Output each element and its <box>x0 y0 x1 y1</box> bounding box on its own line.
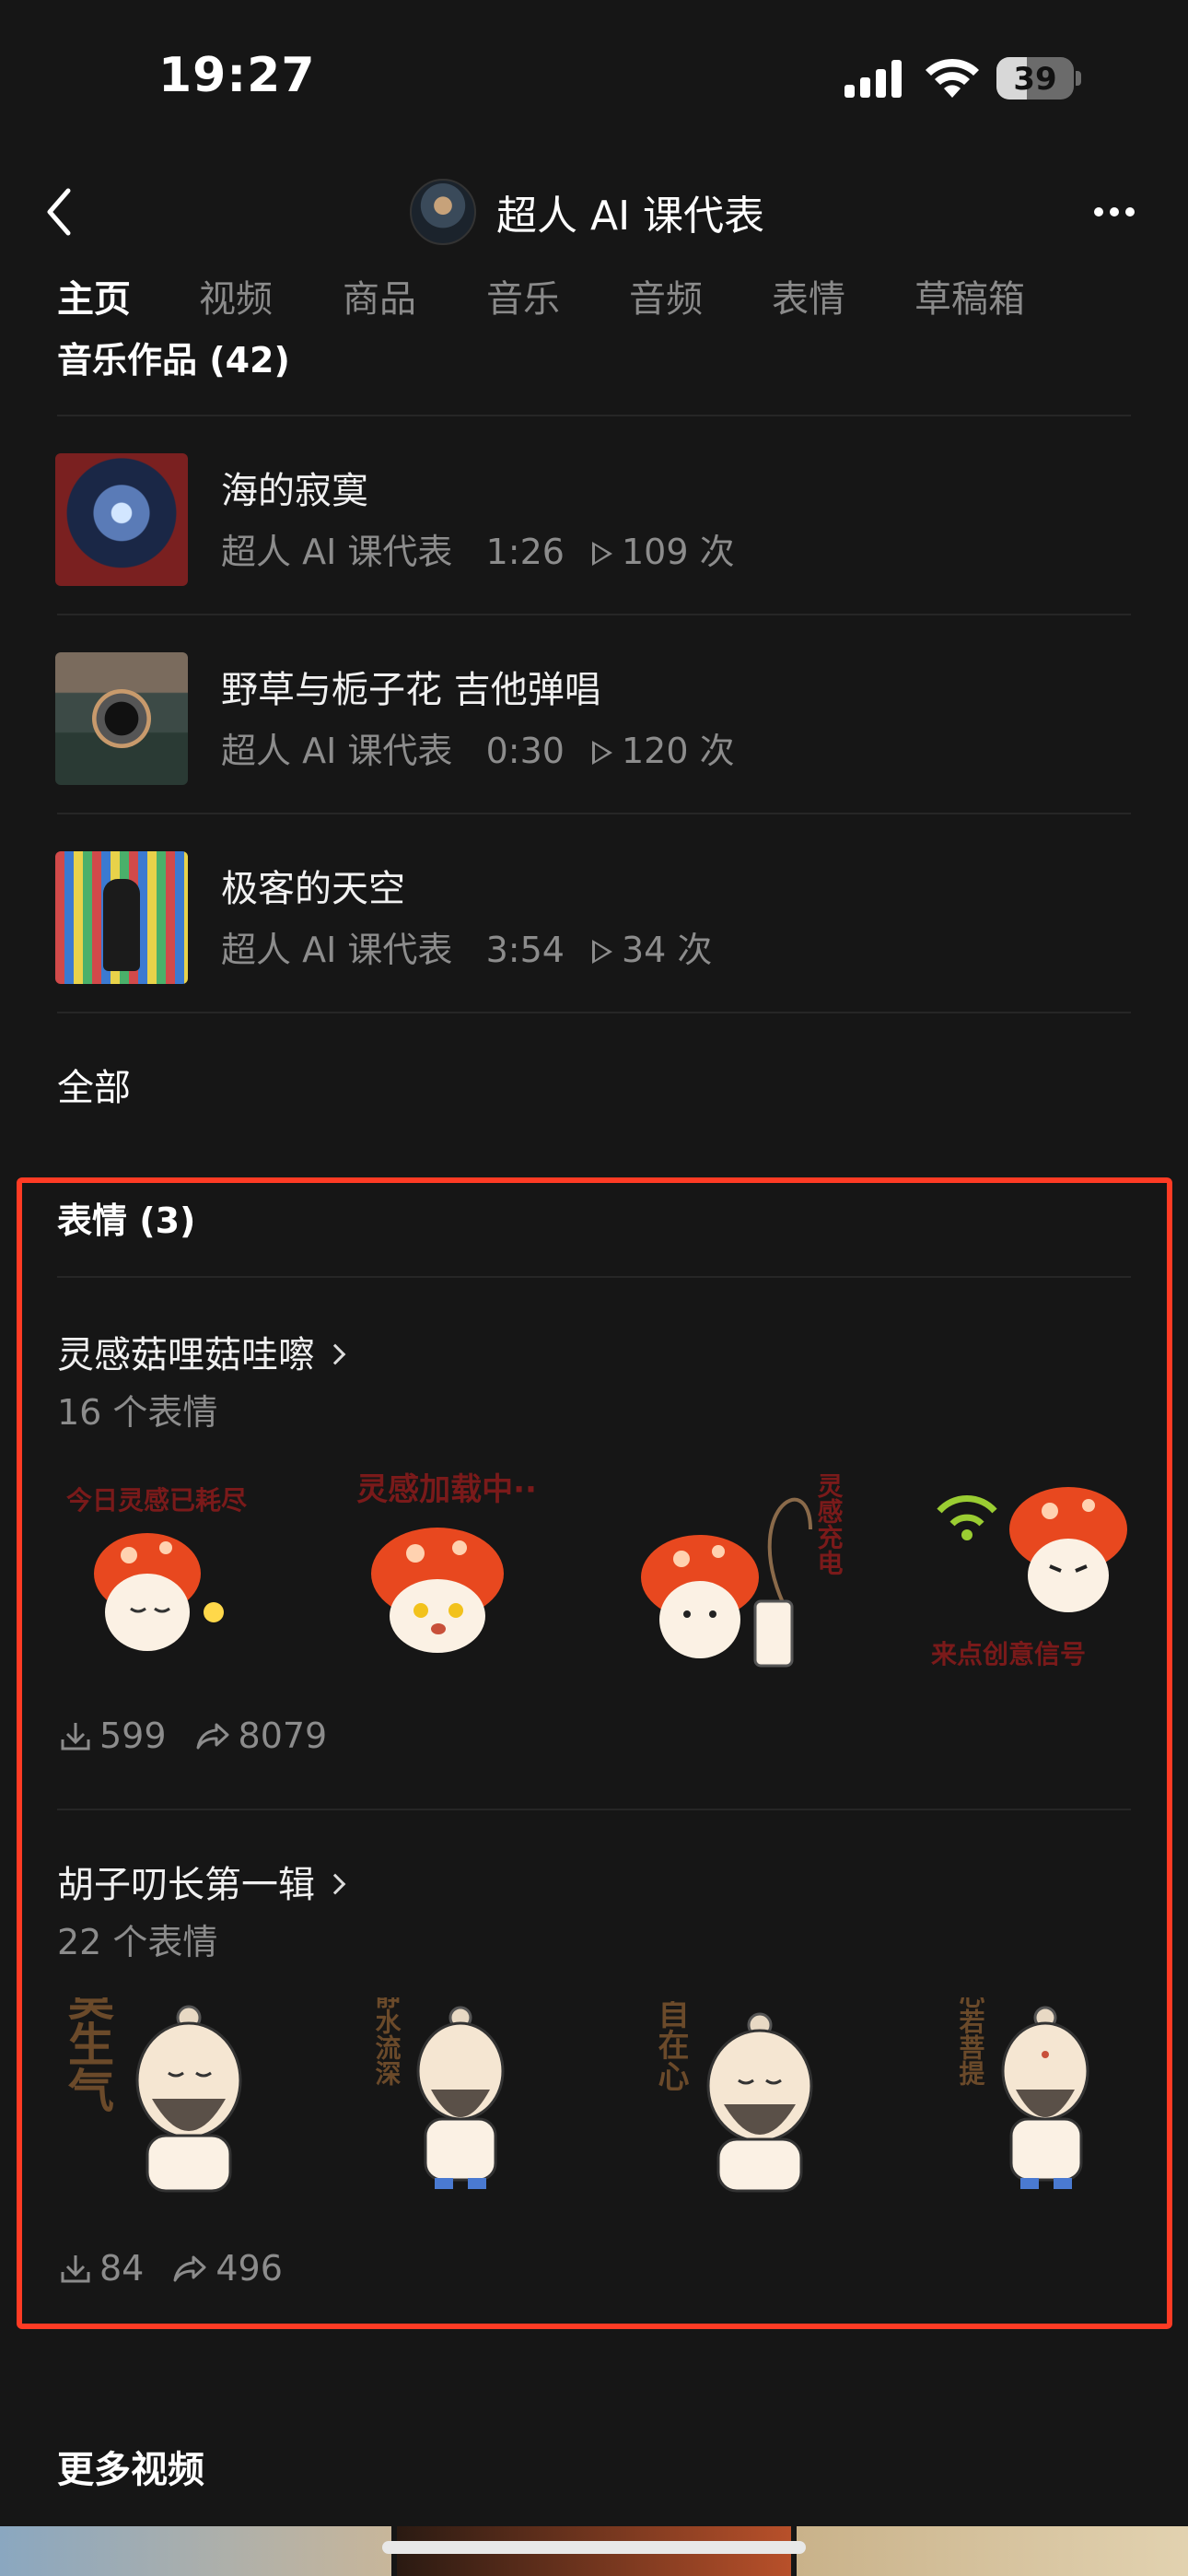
music-list-item[interactable]: 海的寂寞 超人 AI 课代表 1:26 109 次 <box>0 416 1188 615</box>
song-cover <box>55 453 188 586</box>
sticker-pack-stats: 84 496 <box>57 2248 283 2289</box>
avatar[interactable] <box>410 179 476 245</box>
monk-sticker-at-ease[interactable]: 眼自在心 <box>635 2001 856 2204</box>
music-all-link[interactable]: 全部 <box>57 1058 131 1111</box>
music-section-heading: 音乐作品 (42) <box>57 340 290 381</box>
battery-percent: 39 <box>1013 61 1057 98</box>
download-icon <box>61 2255 90 2283</box>
play-count-icon <box>591 542 612 566</box>
tab-home[interactable]: 主页 <box>57 269 131 322</box>
stickers-section-heading: 表情 (3) <box>57 1200 196 1241</box>
share-count: 496 <box>215 2248 283 2289</box>
mushroom-sticker-tired[interactable]: 今日灵感已耗尽 <box>46 1474 267 1677</box>
page-title: 超人 AI 课代表 <box>496 193 765 240</box>
song-artist: 超人 AI 课代表 <box>221 930 453 970</box>
monk-sticker-bodhi[interactable]: 心若菩提 <box>939 1997 1160 2200</box>
song-title: 极客的天空 <box>221 868 405 910</box>
wifi-icon <box>926 58 979 98</box>
download-count: 84 <box>99 2248 145 2289</box>
sticker-caption: 今日灵感已耗尽 <box>66 1485 248 1516</box>
status-time: 19:27 <box>158 48 316 103</box>
tab-audio[interactable]: 音频 <box>629 269 703 322</box>
sticker-pack-name: 胡子叨长第一辑 <box>57 1864 315 1906</box>
chevron-right-icon <box>324 1343 346 1365</box>
video-thumbnail[interactable] <box>0 2526 391 2576</box>
song-plays: 34 次 <box>621 930 713 970</box>
back-chevron-icon[interactable] <box>37 180 83 244</box>
video-thumbnail[interactable] <box>797 2526 1188 2576</box>
sticker-caption: 莫生气 <box>61 1997 114 2113</box>
song-artist: 超人 AI 课代表 <box>221 532 453 572</box>
monk-sticker-calm[interactable]: 莫生气 <box>51 1997 272 2200</box>
more-options-icon[interactable] <box>1091 198 1137 226</box>
tab-drafts[interactable]: 草稿箱 <box>914 269 1025 322</box>
status-bar: 19:27 39 <box>0 0 1188 157</box>
divider <box>57 1012 1131 1013</box>
play-count-icon <box>591 741 612 765</box>
play-count-icon <box>591 940 612 964</box>
divider <box>57 1809 1131 1810</box>
tab-products[interactable]: 商品 <box>343 269 416 322</box>
monk-sticker-still-water[interactable]: 静水流深 <box>350 1997 571 2200</box>
home-indicator[interactable] <box>382 2541 806 2554</box>
sticker-pack-title[interactable]: 胡子叨长第一辑 <box>57 1855 346 1908</box>
sticker-caption: 来点创意信号 <box>931 1639 1086 1669</box>
chevron-right-icon <box>324 1873 346 1895</box>
sticker-pack-count: 22 个表情 <box>57 1922 218 1962</box>
mushroom-sticker-loading[interactable]: 灵感加载中·· <box>336 1465 557 1668</box>
sticker-caption: 心若菩提 <box>956 1997 986 2087</box>
download-icon <box>61 1723 90 1751</box>
sticker-pack-name: 灵感菇哩菇哇嚓 <box>57 1334 315 1376</box>
song-duration: 3:54 <box>485 930 565 970</box>
song-plays: 109 次 <box>621 532 735 572</box>
music-list-item[interactable]: 野草与栀子花 吉他弹唱 超人 AI 课代表 0:30 120 次 <box>0 615 1188 814</box>
song-artist: 超人 AI 课代表 <box>221 731 453 771</box>
tab-stickers[interactable]: 表情 <box>772 269 845 322</box>
more-videos-heading: 更多视频 <box>57 2449 204 2491</box>
tab-music[interactable]: 音乐 <box>486 269 560 322</box>
mushroom-sticker-charging[interactable]: 给灵感充电 <box>626 1474 847 1677</box>
song-cover <box>55 652 188 785</box>
song-title: 野草与栀子花 吉他弹唱 <box>221 669 601 711</box>
sticker-caption: 给灵感充电 <box>814 1474 844 1575</box>
song-meta: 超人 AI 课代表 3:54 34 次 <box>221 921 712 972</box>
song-meta: 超人 AI 课代表 1:26 109 次 <box>221 523 735 574</box>
profile-title[interactable]: 超人 AI 课代表 <box>410 175 764 249</box>
download-count: 599 <box>99 1715 167 1756</box>
battery-icon: 39 <box>996 57 1081 100</box>
mushroom-sticker-signal[interactable]: 来点创意信号 <box>921 1474 1142 1677</box>
tab-bar: 主页 视频 商品 音乐 音频 表情 草稿箱 <box>0 267 1188 336</box>
song-cover <box>55 851 188 984</box>
sticker-pack-title[interactable]: 灵感菇哩菇哇嚓 <box>57 1325 346 1378</box>
song-duration: 0:30 <box>485 731 565 771</box>
song-plays: 120 次 <box>621 731 735 771</box>
cellular-signal-icon <box>844 60 902 98</box>
music-list-item[interactable]: 极客的天空 超人 AI 课代表 3:54 34 次 <box>0 814 1188 1013</box>
top-nav: 超人 AI 课代表 <box>0 157 1188 267</box>
share-count: 8079 <box>238 1715 328 1756</box>
sticker-caption: 静水流深 <box>372 1997 402 2086</box>
song-duration: 1:26 <box>485 532 565 572</box>
tab-videos[interactable]: 视频 <box>199 269 273 322</box>
sticker-pack-count: 16 个表情 <box>57 1392 218 1433</box>
song-title: 海的寂寞 <box>221 470 368 512</box>
sticker-pack-stats: 599 8079 <box>57 1715 327 1756</box>
sticker-caption: 灵感加载中·· <box>356 1471 537 1508</box>
sticker-caption: 眼自在心 <box>652 2001 689 2091</box>
divider <box>57 1276 1131 1278</box>
song-meta: 超人 AI 课代表 0:30 120 次 <box>221 722 735 773</box>
share-icon[interactable] <box>194 1717 233 1754</box>
share-icon[interactable] <box>171 2250 210 2287</box>
